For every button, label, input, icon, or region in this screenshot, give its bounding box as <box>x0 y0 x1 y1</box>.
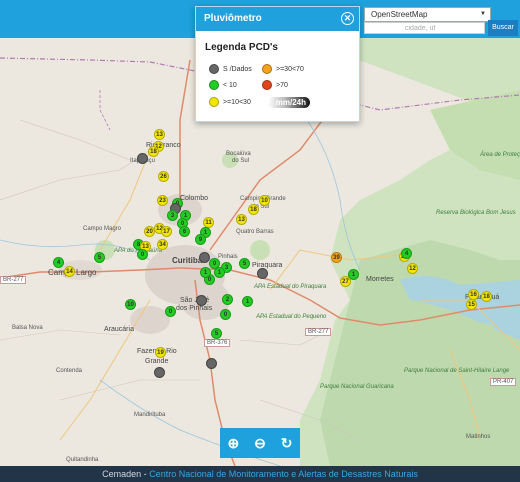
station-marker[interactable]: 3 <box>167 210 178 221</box>
close-icon[interactable]: ✕ <box>341 12 354 25</box>
station-marker[interactable]: 27 <box>340 276 351 287</box>
period-button[interactable]: mm/24h <box>268 97 310 108</box>
legend-dot-yellow <box>209 97 219 107</box>
footer-prefix: Cemaden - <box>102 469 150 479</box>
label-balsa-nova: Balsa Nova <box>12 325 43 331</box>
search-button[interactable]: Buscar <box>488 20 518 36</box>
station-marker[interactable] <box>154 367 165 378</box>
label-matinhos: Matinhos <box>466 434 491 440</box>
label-parque-saint-hilaire: Parque Nacional de Saint-Hilaire Lange <box>404 368 509 375</box>
footer: Cemaden - Centro Nacional de Monitoramen… <box>0 466 520 482</box>
label-apa-pequeno: APA Estadual do Pequeno <box>256 314 327 320</box>
station-marker[interactable]: 16 <box>468 289 479 300</box>
legend-dot-red <box>262 80 272 90</box>
legend-item-no-data: S /Dados <box>209 64 252 74</box>
station-marker[interactable]: 26 <box>158 171 169 182</box>
label-grande: Grande <box>145 358 169 365</box>
station-marker[interactable]: 4 <box>401 248 412 259</box>
label-curitiba: Curitiba <box>172 256 203 265</box>
station-marker[interactable]: 2 <box>222 294 233 305</box>
label-dos-pinhais: dos Pinhais <box>176 305 213 312</box>
road-br376: BR-376 <box>204 339 231 347</box>
label-quatro-barras: Quatro Barras <box>236 229 274 235</box>
legend-label: >70 <box>276 81 288 89</box>
label-campo-magro: Campo Magro <box>83 226 122 232</box>
station-marker[interactable]: 13 <box>154 129 165 140</box>
label-piraquara: Piraquara <box>252 262 283 269</box>
station-marker[interactable]: 5 <box>211 328 222 339</box>
label-colombo: Colombo <box>180 195 209 202</box>
station-marker[interactable] <box>137 153 148 164</box>
label-reserva-bom-jesus: Reserva Biológica Bom Jesus <box>436 210 516 216</box>
station-marker[interactable]: 19 <box>155 347 166 358</box>
legend-item-gt70: >70 <box>262 80 288 90</box>
legend-title: Legenda PCD's <box>205 42 278 53</box>
label-bocaiuva: Bocaiúva <box>226 151 251 157</box>
station-marker[interactable]: 34 <box>157 239 168 250</box>
station-marker[interactable]: 1 <box>214 267 225 278</box>
station-marker[interactable]: 0 <box>165 306 176 317</box>
city-search-input[interactable] <box>364 22 485 34</box>
chevron-down-icon: ▼ <box>480 11 486 17</box>
layer-select-value: OpenStreetMap <box>371 10 428 19</box>
label-mandirituba: Mandirituba <box>134 412 166 418</box>
app: Rio Branco Itaperuçu Bocaiúva do Sul Col… <box>0 0 520 482</box>
station-marker[interactable]: 4 <box>53 257 64 268</box>
legend-label: >=10<30 <box>223 98 251 106</box>
station-marker[interactable]: 5 <box>94 252 105 263</box>
panel-header: Pluviômetro ✕ <box>196 7 359 31</box>
legend-dot-green <box>209 80 219 90</box>
label-parque-guaricana: Parque Nacional Guaricana <box>320 384 394 390</box>
legend-dot-orange <box>262 64 272 74</box>
station-marker[interactable]: 1 <box>242 296 253 307</box>
zoom-in-icon[interactable]: ⊕ <box>227 435 239 452</box>
layer-select[interactable]: OpenStreetMap ▼ <box>364 7 491 22</box>
road-br277-west: BR-277 <box>0 276 27 284</box>
legend-label: < 10 <box>223 81 237 89</box>
label-apa-piraquara: APA Estadual do Piraquara <box>254 284 327 290</box>
station-marker[interactable]: 9 <box>195 234 206 245</box>
station-marker[interactable]: 23 <box>157 195 168 206</box>
station-marker[interactable]: 1 <box>200 267 211 278</box>
label-quitandinha: Quitandinha <box>66 457 99 463</box>
legend-label: S /Dados <box>223 65 252 73</box>
station-marker[interactable] <box>206 358 217 369</box>
station-marker[interactable]: 6 <box>179 226 190 237</box>
station-marker[interactable]: 18 <box>248 204 259 215</box>
station-marker[interactable]: 18 <box>481 291 492 302</box>
map-controls: ⊕ ⊖ ↻ <box>220 428 300 458</box>
legend-item-10-30: >=10<30 <box>209 97 251 107</box>
station-marker[interactable]: 15 <box>466 299 477 310</box>
label-contenda: Contenda <box>56 368 83 374</box>
label-pinhais: Pinhais <box>218 254 238 260</box>
label-apa-guaraquecaba: Área de Proteção Ambiental de Guaraqueça… <box>480 152 520 158</box>
zoom-out-icon[interactable]: ⊖ <box>254 435 266 452</box>
station-marker[interactable]: 39 <box>331 252 342 263</box>
legend-dot-gray <box>209 64 219 74</box>
station-marker[interactable] <box>257 268 268 279</box>
station-marker[interactable]: 13 <box>236 214 247 225</box>
station-marker[interactable]: 5 <box>239 258 250 269</box>
legend-item-lt10: < 10 <box>209 80 237 90</box>
label-morretes: Morretes <box>366 276 394 283</box>
label-araucaria: Araucária <box>104 326 134 333</box>
station-marker[interactable]: 14 <box>64 266 75 277</box>
road-pr407: PR-407 <box>490 378 517 386</box>
station-marker[interactable]: 0 <box>220 309 231 320</box>
station-marker[interactable]: 12 <box>407 263 418 274</box>
station-marker[interactable]: 0 <box>137 249 148 260</box>
panel-title: Pluviômetro <box>204 13 262 24</box>
station-marker[interactable]: 10 <box>125 299 136 310</box>
station-marker[interactable]: 17 <box>161 226 172 237</box>
refresh-icon[interactable]: ↻ <box>281 435 293 452</box>
station-marker[interactable] <box>196 295 207 306</box>
station-marker[interactable]: 18 <box>148 146 159 157</box>
footer-link[interactable]: Centro Nacional de Monitoramento e Alert… <box>149 469 418 479</box>
road-br277: BR-277 <box>305 328 332 336</box>
label-do-sul: do Sul <box>232 158 250 164</box>
pluviometro-panel: Pluviômetro ✕ Legenda PCD's S /Dados >=3… <box>195 6 360 122</box>
legend-label: >=30<70 <box>276 65 304 73</box>
station-marker[interactable]: 10 <box>259 195 270 206</box>
legend-item-30-70: >=30<70 <box>262 64 304 74</box>
